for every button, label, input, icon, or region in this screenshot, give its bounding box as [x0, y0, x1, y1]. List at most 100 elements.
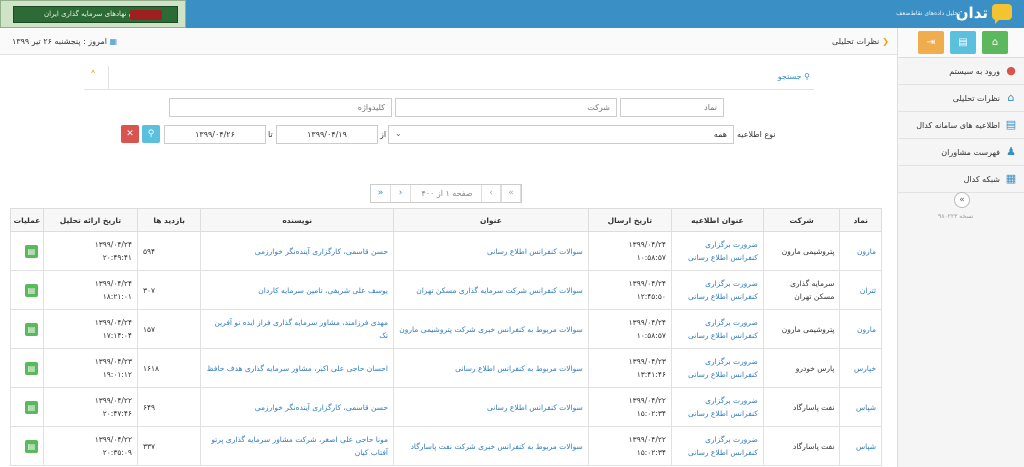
cell-symbol[interactable]: شپاس	[839, 387, 882, 427]
cell-notice[interactable]: ضرورت برگزاری کنفرانس اطلاع رسانی	[670, 231, 764, 271]
search-toggle[interactable]: جستجو ⚲	[778, 72, 810, 81]
cell-analysis: ۱۳۹۹/۰۴/۲۴ ۲۰:۴۹:۴۱	[42, 231, 138, 271]
column-header-notice-title: عنوان اطلاعیه	[670, 208, 764, 232]
search-button[interactable]: ⚲	[142, 125, 160, 143]
cell-notice[interactable]: ضرورت برگزاری کنفرانس اطلاع رسانی	[670, 270, 764, 310]
sidebar-item-advisors[interactable]: ♟ فهرست مشاوران	[898, 139, 1024, 166]
sidebar: ⌂ ▤ ⇥ ● ورود به سیستم ⌂ نظرات تحلیلی ▤ ا…	[897, 28, 1024, 467]
calendar-icon: ▦	[109, 37, 118, 46]
cell-views: ۱۶۱۸	[136, 348, 202, 388]
sign-in-button[interactable]: ⇥	[918, 31, 944, 54]
notice-type-select[interactable]: همه ⌄	[388, 125, 734, 144]
view-details-button[interactable]: ▤	[24, 244, 38, 258]
view-details-button[interactable]: ▤	[24, 322, 38, 336]
chevron-left-icon: ❯	[882, 37, 889, 46]
chevron-up-icon[interactable]: ˄	[90, 69, 96, 83]
sidebar-item-login[interactable]: ● ورود به سیستم	[898, 58, 1024, 85]
last-page-button[interactable]: »	[371, 185, 391, 202]
column-header-views: بازدید ها	[136, 208, 202, 232]
page-title: نظرات تحلیلی ❯	[832, 37, 889, 46]
sidebar-item-analyses[interactable]: ⌂ نظرات تحلیلی	[898, 85, 1024, 112]
cell-author[interactable]: حسن قاسمی، کارگزاری آینده‌نگر خوارزمی	[200, 231, 394, 271]
symbol-input[interactable]	[620, 98, 724, 117]
sidebar-toolbar: ⌂ ▤ ⇥	[898, 28, 1024, 58]
page-info: صفحه ۱ از ۴۰۰	[421, 189, 473, 198]
view-details-button[interactable]: ▤	[24, 283, 38, 297]
banner-logo-icon	[130, 10, 162, 20]
to-date-input[interactable]: ۱۳۹۹/۰۴/۲۶	[164, 125, 266, 144]
cell-author[interactable]: یوسف علی شریفی، تامین سرمایه کاردان	[200, 270, 394, 310]
cell-title[interactable]: سوالات کنفرانس شرکت سرمایه گذاری مسکن ته…	[393, 270, 589, 310]
association-banner: کانون نهادهای سرمایه گذاری ایران	[0, 0, 186, 28]
cell-title[interactable]: سوالات مربوط به کنفرانس اطلاع رسانی	[393, 348, 589, 388]
first-page-button[interactable]: «	[501, 185, 521, 202]
cell-company: نفت پاسارگاد	[762, 426, 841, 466]
company-input[interactable]	[395, 98, 617, 117]
table-row: مارون پتروشیمی مارون ضرورت برگزاری کنفرانس…	[10, 231, 882, 271]
from-date-input[interactable]: ۱۳۹۹/۰۴/۱۹	[276, 125, 378, 144]
cell-title[interactable]: سوالات کنفرانس اطلاع رسانی	[393, 231, 589, 271]
grid-icon: ▦	[1005, 172, 1017, 185]
view-details-button[interactable]: ▤	[24, 400, 38, 414]
cell-title[interactable]: سوالات مربوط به کنفرانس خبری شرکت پتروشی…	[393, 309, 589, 349]
table-header-row: نماد شرکت عنوان اطلاعیه تاریخ ارسال عنوان نوی…	[10, 208, 882, 232]
column-header-symbol: نماد	[839, 208, 882, 232]
cell-symbol[interactable]: مارون	[839, 231, 882, 271]
cell-title[interactable]: سوالات کنفرانس اطلاع رسانی	[393, 387, 589, 427]
home-icon: ⌂	[1007, 91, 1015, 104]
table-row: ثتران سرمایه گذاری مسکن تهران ضرورت برگزار…	[10, 270, 882, 310]
keyword-input[interactable]	[169, 98, 392, 117]
cell-analysis: ۱۳۹۹/۰۴/۲۲ ۲۰:۴۷:۴۶	[42, 387, 138, 427]
cell-notice[interactable]: ضرورت برگزاری کنفرانس اطلاع رسانی	[670, 309, 764, 349]
cell-author[interactable]: حسن قاسمی، کارگزاری آینده‌نگر خوارزمی	[200, 387, 394, 427]
sidebar-item-codal-network[interactable]: ▦ شبکه کدال	[898, 166, 1024, 193]
cell-company: نفت پاسارگاد	[762, 387, 841, 427]
today-label: امروز : پنجشنبه ۲۶ تیر ۱۳۹۹	[12, 37, 107, 46]
cell-notice[interactable]: ضرورت برگزاری کنفرانس اطلاع رسانی	[670, 426, 764, 466]
cell-author[interactable]: مهدی فرزامند، مشاور سرمایه گذاری فراز ای…	[200, 309, 394, 349]
search-panel-header[interactable]: جستجو ⚲ ˄	[84, 66, 814, 90]
cell-author[interactable]: احسان حاجی علی اکبر، مشاور سرمایه گذاری …	[200, 348, 394, 388]
cell-views: ۳۳۷	[136, 426, 202, 466]
view-details-button[interactable]: ▤	[24, 361, 38, 375]
column-header-title: عنوان	[393, 208, 589, 232]
divider	[108, 66, 109, 90]
clear-button[interactable]: ✕	[121, 125, 139, 143]
prev-page-button[interactable]: ‹	[481, 185, 501, 202]
cell-author[interactable]: مونا حاجی علی اصغر، شرکت مشاور سرمایه گذ…	[200, 426, 394, 466]
sidebar-item-codal-notices[interactable]: ▤ اطلاعیه های سامانه کدال	[898, 112, 1024, 139]
table-row: مارون پتروشیمی مارون ضرورت برگزاری کنفرانس…	[10, 309, 882, 349]
cell-company: پتروشیمی مارون	[762, 309, 841, 349]
logo-subtitle: تحلیل داده‌های نقاط‌ضعف	[896, 10, 960, 17]
cell-symbol[interactable]: ثتران	[839, 270, 882, 310]
notice-type-label: نوع اطلاعیه	[737, 130, 776, 139]
cell-notice[interactable]: ضرورت برگزاری کنفرانس اطلاع رسانی	[670, 387, 764, 427]
cell-symbol[interactable]: شپاس	[839, 426, 882, 466]
search-icon: ⚲	[804, 72, 810, 81]
cell-company: پتروشیمی مارون	[762, 231, 841, 271]
collapse-sidebar-button[interactable]: «	[954, 192, 970, 208]
cell-views: ۵۹۴	[136, 231, 202, 271]
breadcrumb: نظرات تحلیلی ❯ امروز : پنجشنبه ۲۶ تیر ۱۳۹…	[0, 28, 897, 55]
users-icon: ♟	[1006, 145, 1016, 158]
document-button[interactable]: ▤	[950, 31, 976, 54]
cell-sent: ۱۳۹۹/۰۴/۲۴ ۱۲:۴۵:۵۰	[587, 270, 672, 310]
cell-analysis: ۱۳۹۹/۰۴/۲۲ ۲۰:۳۵:۰۹	[42, 426, 138, 466]
cell-notice[interactable]: ضرورت برگزاری کنفرانس اطلاع رسانی	[670, 348, 764, 388]
column-header-sent-date: تاریخ ارسال	[587, 208, 672, 232]
cell-sent: ۱۳۹۹/۰۴/۲۲ ۱۵:۰۲:۳۴	[587, 387, 672, 427]
main-content: نظرات تحلیلی ❯ امروز : پنجشنبه ۲۶ تیر ۱۳۹…	[0, 28, 897, 467]
cell-symbol[interactable]: خپارس	[839, 348, 882, 388]
view-details-button[interactable]: ▤	[24, 439, 38, 453]
cell-symbol[interactable]: مارون	[839, 309, 882, 349]
cell-title[interactable]: سوالات مربوط به کنفرانس خبری شرکت نفت پا…	[393, 426, 589, 466]
user-icon: ●	[1006, 64, 1016, 77]
chat-bubble-logo-icon	[992, 4, 1012, 24]
column-header-company: شرکت	[762, 208, 841, 232]
next-page-button[interactable]: ›	[391, 185, 411, 202]
from-label: از	[380, 130, 387, 139]
cell-sent: ۱۳۹۹/۰۴/۲۴ ۱۰:۵۸:۵۷	[587, 231, 672, 271]
chevron-down-icon: ⌄	[395, 129, 402, 138]
home-button[interactable]: ⌂	[982, 31, 1008, 54]
to-date-value: ۱۳۹۹/۰۴/۲۶	[195, 130, 235, 139]
